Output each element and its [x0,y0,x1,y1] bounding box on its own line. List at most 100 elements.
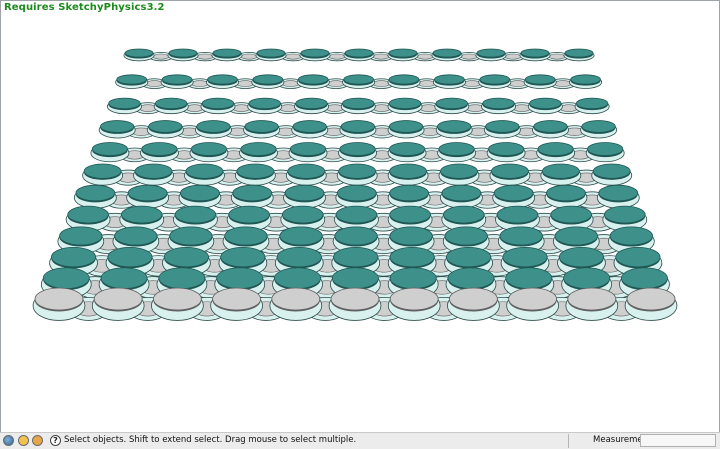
link-plate [372,53,389,60]
teal-disc [292,120,327,133]
teal-disc [502,246,548,268]
teal-disc [333,246,379,268]
teal-disc [476,48,506,58]
teal-disc [447,267,495,289]
teal-disc [505,267,553,289]
teal-disc [389,226,433,246]
teal-disc [490,163,529,179]
teal-disc [592,163,631,179]
teal-disc [389,246,435,268]
teal-disc [274,267,322,289]
teal-disc [440,163,478,179]
measurements-input[interactable] [640,434,716,447]
teal-disc [493,184,534,202]
link-plate [504,53,521,60]
credits-icon[interactable] [18,435,29,446]
teal-disc [570,74,601,85]
teal-disc [124,48,154,58]
teal-disc [499,226,543,246]
teal-disc [108,97,141,110]
teal-disc [42,267,90,289]
teal-disc [615,246,661,268]
teal-disc [331,267,379,289]
link-plate [282,80,300,87]
teal-disc [443,205,485,224]
status-divider [568,434,569,448]
link-plate [145,80,163,87]
link-plate [191,80,209,87]
teal-disc [169,226,213,246]
teal-disc [252,74,284,85]
teal-disc [201,97,235,110]
teal-disc [340,120,376,133]
teal-disc [232,184,273,202]
teal-disc [620,267,668,289]
teal-disc [116,74,148,85]
teal-disc [432,48,462,58]
mail-row [106,97,610,115]
teal-disc [127,184,168,202]
teal-disc [604,205,646,224]
teal-disc [541,163,580,179]
teal-disc [216,267,264,289]
help-icon[interactable]: ? [50,435,61,446]
teal-disc [389,142,426,156]
teal-disc [284,184,325,202]
status-hint: Select objects. Shift to extend select. … [64,435,357,445]
gray-disc [626,287,676,311]
teal-disc [155,97,188,110]
teal-disc [388,120,424,133]
teal-disc [554,226,598,246]
teal-disc [67,205,109,224]
gray-disc [93,287,143,311]
chain-mail-model[interactable] [1,1,719,432]
teal-disc [496,205,539,224]
teal-disc [389,184,429,202]
teal-disc [343,74,374,85]
link-plate [508,80,526,87]
teal-disc [297,74,329,85]
link-plate [327,80,345,87]
link-plate [460,53,477,60]
teal-disc [482,97,515,110]
teal-disc [180,184,220,202]
teal-disc [609,226,654,246]
geo-location-icon[interactable] [3,435,14,446]
teal-disc [236,163,275,179]
teal-disc [564,48,594,58]
teal-disc [550,205,592,224]
teal-disc [59,226,103,246]
teal-disc [91,142,128,156]
teal-disc [83,163,122,179]
teal-disc [438,142,475,156]
gray-disc [271,287,321,311]
link-plate [548,53,565,60]
sketchup-window: Requires SketchyPhysics3.2 ? Select obje… [0,0,720,449]
teal-disc [563,267,611,289]
user-icon[interactable] [32,435,43,446]
teal-disc [575,97,609,110]
teal-disc [434,74,465,85]
teal-disc [529,97,562,110]
link-plate [153,53,170,60]
teal-disc [148,120,183,133]
link-plate [328,53,345,60]
status-bar: ? Select objects. Shift to extend select… [0,432,720,449]
mail-row [73,184,640,209]
teal-disc [444,226,488,246]
gray-disc [567,287,617,311]
model-viewport[interactable]: Requires SketchyPhysics3.2 [0,0,720,432]
teal-disc [446,246,492,268]
teal-disc [185,163,224,179]
teal-disc [276,246,322,268]
teal-disc [537,142,574,156]
teal-disc [335,205,378,224]
link-plate [554,80,572,87]
teal-disc [114,226,158,246]
teal-disc [190,142,227,156]
teal-disc [388,97,422,110]
teal-disc [134,163,173,179]
teal-disc [558,246,605,268]
teal-disc [598,184,639,202]
teal-disc [121,205,163,224]
